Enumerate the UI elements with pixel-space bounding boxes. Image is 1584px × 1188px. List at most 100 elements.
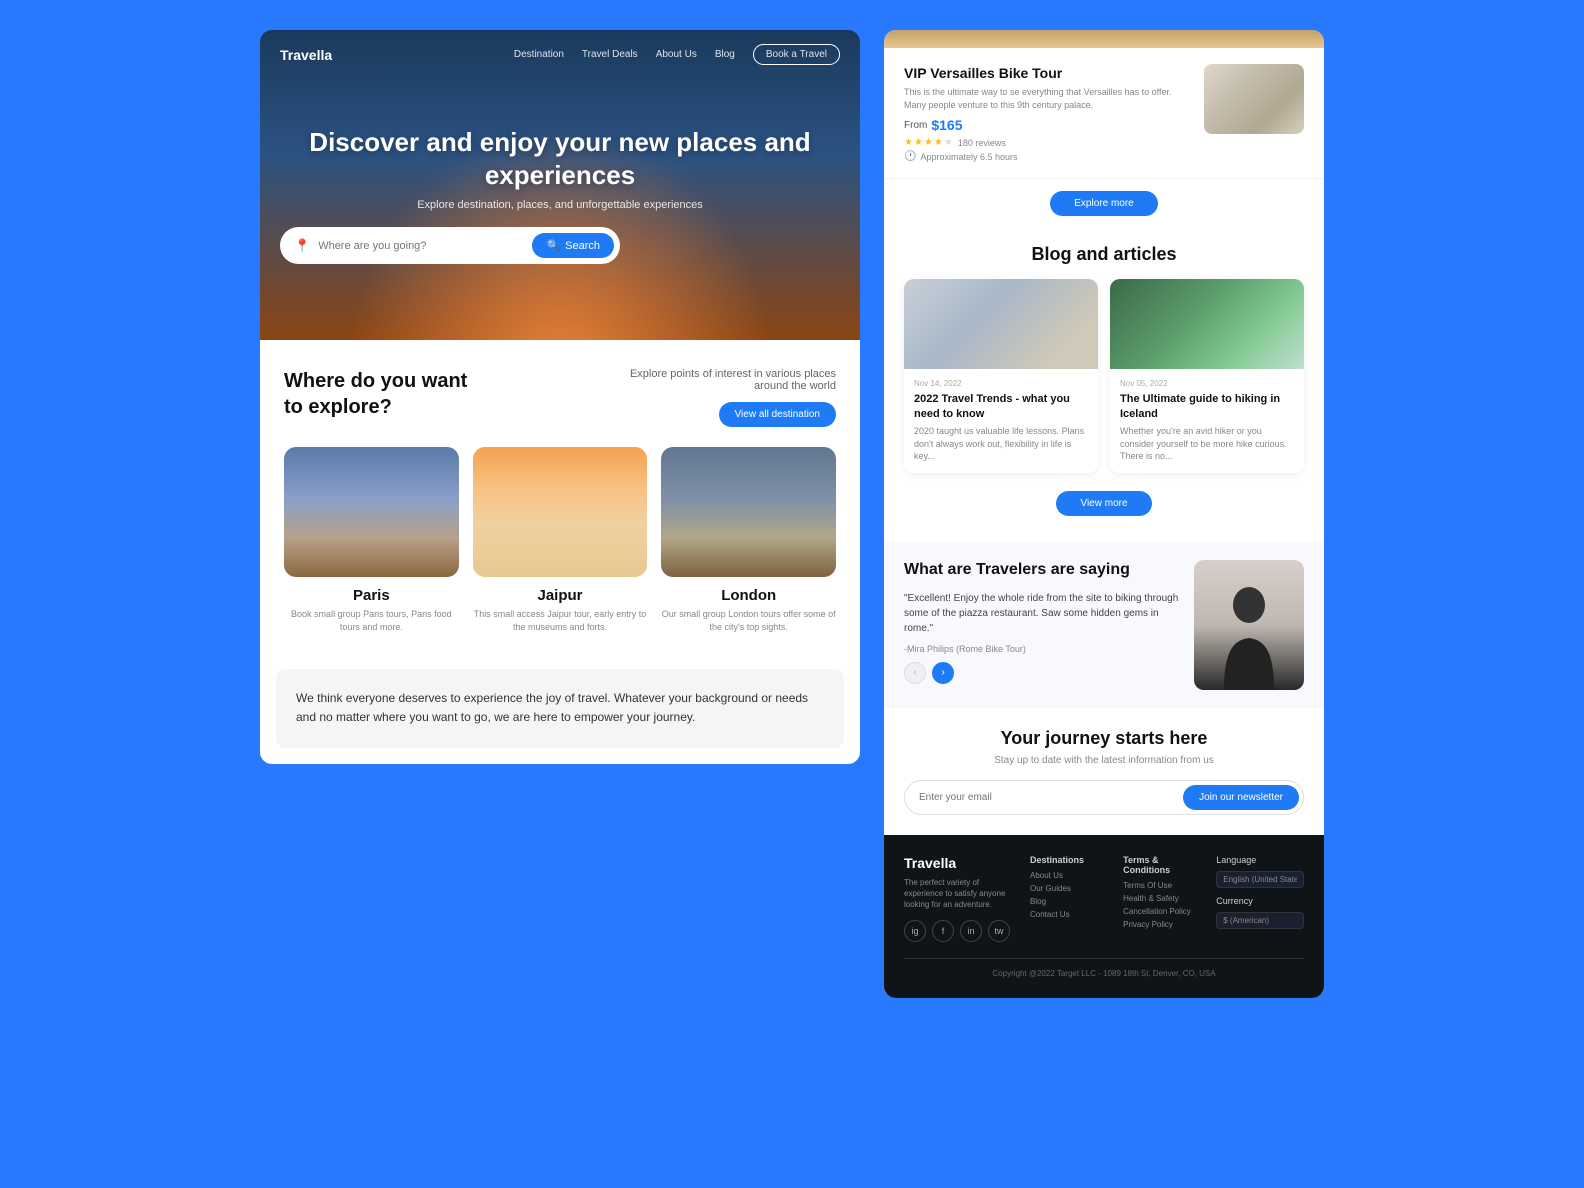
footer-divider xyxy=(904,958,1304,959)
footer-link-about[interactable]: About Us xyxy=(1030,871,1103,880)
destination-paris[interactable]: Paris Book small group Paris tours, Pari… xyxy=(284,447,459,633)
view-more-row: View more xyxy=(904,487,1304,526)
person-image xyxy=(1194,560,1304,690)
jaipur-image xyxy=(473,447,648,577)
vip-title: VIP Versailles Bike Tour xyxy=(904,64,1192,82)
explore-header: Where do you want to explore? Explore po… xyxy=(284,368,836,427)
statement-text: We think everyone deserves to experience… xyxy=(296,689,824,727)
footer-tagline: The perfect variety of experience to sat… xyxy=(904,877,1010,911)
paris-name: Paris xyxy=(353,587,390,604)
newsletter-form: Join our newsletter xyxy=(904,780,1304,815)
blog-image-1 xyxy=(904,279,1098,369)
blog-section-title: Blog and articles xyxy=(904,244,1304,265)
footer-top: Travella The perfect variety of experien… xyxy=(904,855,1304,943)
nav-next-button[interactable]: › xyxy=(932,662,954,684)
right-panel: VIP Versailles Bike Tour This is the ult… xyxy=(884,30,1324,998)
nav-link-destination[interactable]: Destination xyxy=(514,49,564,60)
book-travel-button[interactable]: Book a Travel xyxy=(753,44,840,65)
jaipur-desc: This small access Jaipur tour, early ent… xyxy=(473,608,648,633)
nav-link-deals[interactable]: Travel Deals xyxy=(582,49,638,60)
blog-card-2[interactable]: Nov 05, 2022 The Ultimate guide to hikin… xyxy=(1110,279,1304,472)
testimonial-quote: "Excellent! Enjoy the whole ride from th… xyxy=(904,591,1182,636)
footer-col-destinations: Destinations About Us Our Guides Blog Co… xyxy=(1030,855,1103,943)
blog-date-2: Nov 05, 2022 xyxy=(1120,379,1294,388)
london-desc: Our small group London tours offer some … xyxy=(661,608,836,633)
explore-more-button[interactable]: Explore more xyxy=(1050,191,1157,216)
jaipur-name: Jaipur xyxy=(538,587,583,604)
vip-reviews: 180 reviews xyxy=(958,138,1006,148)
vip-section: VIP Versailles Bike Tour This is the ult… xyxy=(884,48,1324,179)
footer-link-privacy[interactable]: Privacy Policy xyxy=(1123,920,1196,929)
explore-title: Where do you want to explore? xyxy=(284,368,484,420)
email-input[interactable] xyxy=(919,785,1183,810)
search-input[interactable] xyxy=(318,240,524,252)
currency-select[interactable]: $ (American) xyxy=(1216,912,1304,929)
star-3: ★ xyxy=(924,137,933,148)
left-panel: Travella Destination Travel Deals About … xyxy=(260,30,860,764)
testimonial-author: -Mira Philips (Rome Bike Tour) xyxy=(904,644,1182,654)
search-icon: 🔍 xyxy=(546,239,560,252)
twitter-icon[interactable]: tw xyxy=(988,920,1010,942)
blog-card-1-body: Nov 14, 2022 2022 Travel Trends - what y… xyxy=(904,369,1098,472)
linkedin-icon[interactable]: in xyxy=(960,920,982,942)
footer-link-health[interactable]: Health & Safety xyxy=(1123,894,1196,903)
paris-desc: Book small group Paris tours, Paris food… xyxy=(284,608,459,633)
destination-london[interactable]: London Our small group London tours offe… xyxy=(661,447,836,633)
newsletter-subtitle: Stay up to date with the latest informat… xyxy=(904,755,1304,766)
blog-card-1[interactable]: Nov 14, 2022 2022 Travel Trends - what y… xyxy=(904,279,1098,472)
footer-link-contact[interactable]: Contact Us xyxy=(1030,910,1103,919)
language-label: Language xyxy=(1216,855,1304,865)
vip-duration-row: 🕐 Approximately 6.5 hours xyxy=(904,151,1192,162)
footer-right: Language English (United States) Currenc… xyxy=(1216,855,1304,943)
top-preview-bar xyxy=(884,30,1324,48)
footer-link-terms[interactable]: Terms Of Use xyxy=(1123,881,1196,890)
footer-logo: Travella xyxy=(904,855,1010,871)
instagram-icon[interactable]: ig xyxy=(904,920,926,942)
hero-title: Discover and enjoy your new places and e… xyxy=(280,126,840,191)
footer-link-guides[interactable]: Our Guides xyxy=(1030,884,1103,893)
blog-title-1: 2022 Travel Trends - what you need to kn… xyxy=(914,392,1088,421)
blog-grid: Nov 14, 2022 2022 Travel Trends - what y… xyxy=(904,279,1304,472)
hero-content: Discover and enjoy your new places and e… xyxy=(280,126,840,264)
footer-link-blog[interactable]: Blog xyxy=(1030,897,1103,906)
blog-desc-1: 2020 taught us valuable life lessons. Pl… xyxy=(914,425,1088,463)
vip-image xyxy=(1204,64,1304,134)
location-icon: 📍 xyxy=(294,238,310,254)
hero-subtitle: Explore destination, places, and unforge… xyxy=(280,199,840,211)
view-more-button[interactable]: View more xyxy=(1056,491,1151,516)
vip-from-label: From xyxy=(904,120,927,131)
view-all-button[interactable]: View all destination xyxy=(719,402,836,427)
destination-jaipur[interactable]: Jaipur This small access Jaipur tour, ea… xyxy=(473,447,648,633)
blog-section: Blog and articles Nov 14, 2022 2022 Trav… xyxy=(884,228,1324,541)
footer-col-2-title: Terms & Conditions xyxy=(1123,855,1196,875)
vip-price: $165 xyxy=(931,117,962,133)
language-select[interactable]: English (United States) xyxy=(1216,871,1304,888)
nav-link-about[interactable]: About Us xyxy=(656,49,697,60)
hero-nav: Travella Destination Travel Deals About … xyxy=(260,30,860,79)
paris-image xyxy=(284,447,459,577)
vip-info: VIP Versailles Bike Tour This is the ult… xyxy=(904,64,1192,162)
nav-link-blog[interactable]: Blog xyxy=(715,49,735,60)
hero-section: Travella Destination Travel Deals About … xyxy=(260,30,860,340)
explore-section: Where do you want to explore? Explore po… xyxy=(260,340,860,653)
hero-search-bar[interactable]: 📍 🔍 Search xyxy=(280,227,620,264)
search-button[interactable]: 🔍 Search xyxy=(532,233,614,258)
explore-more-row: Explore more xyxy=(884,179,1324,228)
vip-description: This is the ultimate way to se everythin… xyxy=(904,86,1192,111)
star-4: ★ xyxy=(934,137,943,148)
footer-col-1-title: Destinations xyxy=(1030,855,1103,865)
footer-link-cancellation[interactable]: Cancellation Policy xyxy=(1123,907,1196,916)
currency-label: Currency xyxy=(1216,896,1304,906)
star-1: ★ xyxy=(904,137,913,148)
nav-prev-button[interactable]: ‹ xyxy=(904,662,926,684)
nav-links: Destination Travel Deals About Us Blog B… xyxy=(514,44,840,65)
newsletter-title: Your journey starts here xyxy=(904,728,1304,749)
star-5: ★ xyxy=(944,137,953,148)
facebook-icon[interactable]: f xyxy=(932,920,954,942)
blog-desc-2: Whether you're an avid hiker or you cons… xyxy=(1120,425,1294,463)
explore-right: Explore points of interest in various pl… xyxy=(616,368,836,427)
clock-icon: 🕐 xyxy=(904,151,916,162)
testimonial-section: What are Travelers are saying "Excellent… xyxy=(884,542,1324,708)
newsletter-section: Your journey starts here Stay up to date… xyxy=(884,708,1324,835)
newsletter-button[interactable]: Join our newsletter xyxy=(1183,785,1299,810)
